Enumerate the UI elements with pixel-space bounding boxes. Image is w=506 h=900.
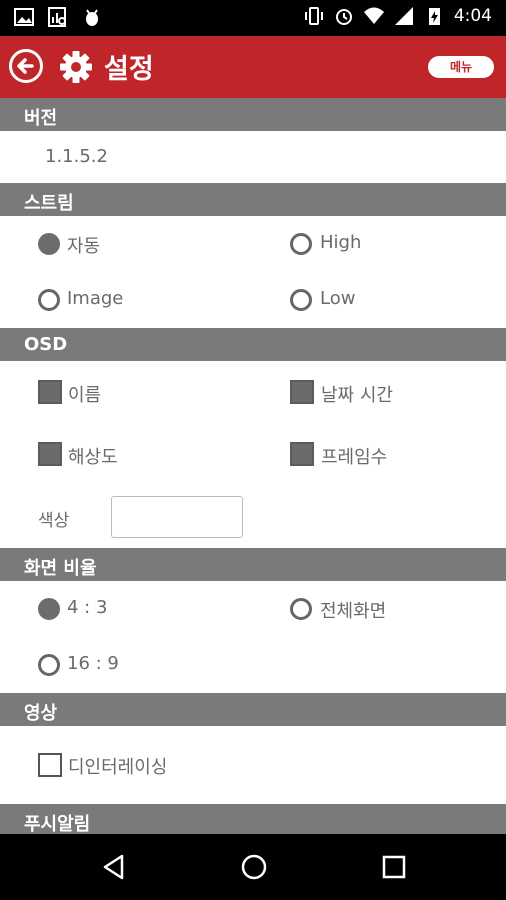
osd-name-label: 이름 [68, 385, 102, 406]
section-version: 버전 [0, 98, 506, 131]
android-debug-icon [86, 9, 98, 26]
deinterlace-label: 디인터레이싱 [68, 757, 168, 778]
osd-name-checkbox[interactable] [38, 380, 62, 404]
section-stream: 스트림 [0, 183, 506, 216]
menu-button[interactable]: 메뉴 [428, 56, 494, 78]
chart-search-icon [48, 7, 66, 27]
osd-resolution-label: 해상도 [68, 447, 118, 468]
stream-low-radio[interactable] [290, 289, 312, 311]
section-osd: OSD [0, 328, 506, 361]
osd-color-input[interactable] [111, 496, 243, 538]
gear-icon [60, 51, 92, 83]
alarm-icon [335, 9, 352, 25]
stream-high-label: High [320, 232, 362, 253]
section-video-heading: 영상 [24, 703, 58, 724]
back-triangle-icon[interactable] [100, 853, 128, 881]
section-stream-heading: 스트림 [24, 193, 74, 214]
aspect-16-9-radio[interactable] [38, 654, 60, 676]
battery-charging-icon [428, 8, 440, 25]
osd-framerate-checkbox[interactable] [290, 442, 314, 466]
aspect-fullscreen-radio[interactable] [290, 598, 312, 620]
osd-framerate-label: 프레임수 [321, 447, 388, 468]
status-bar: 4:04 [0, 0, 506, 36]
section-push-heading: 푸시알림 [24, 814, 91, 835]
stream-auto-label: 자동 [67, 236, 101, 257]
stream-auto-radio[interactable] [38, 233, 60, 255]
section-aspect-heading: 화면 비율 [24, 558, 97, 579]
wifi-icon [363, 7, 384, 24]
version-value: 1.1.5.2 [45, 146, 108, 167]
back-button[interactable] [9, 49, 43, 83]
stream-image-label: Image [67, 288, 124, 309]
page-title: 설정 [104, 54, 154, 85]
section-osd-heading: OSD [24, 334, 68, 355]
recents-square-icon[interactable] [381, 854, 407, 880]
osd-datetime-label: 날짜 시간 [321, 385, 393, 406]
section-video: 영상 [0, 693, 506, 726]
status-time: 4:04 [453, 6, 492, 26]
vibrate-icon [304, 7, 323, 25]
osd-resolution-checkbox[interactable] [38, 442, 62, 466]
nav-bar [0, 834, 506, 900]
home-circle-icon[interactable] [240, 853, 268, 881]
stream-image-radio[interactable] [38, 289, 60, 311]
deinterlace-checkbox[interactable] [38, 753, 62, 777]
stream-low-label: Low [320, 288, 356, 309]
aspect-4-3-radio[interactable] [38, 598, 60, 620]
osd-datetime-checkbox[interactable] [290, 380, 314, 404]
stream-high-radio[interactable] [290, 233, 312, 255]
aspect-fullscreen-label: 전체화면 [320, 601, 387, 622]
section-push: 푸시알림 [0, 804, 506, 837]
arrow-left-icon [17, 58, 34, 74]
osd-color-label: 색상 [38, 511, 70, 531]
signal-icon [394, 7, 413, 25]
section-aspect: 화면 비율 [0, 548, 506, 581]
image-icon [14, 8, 34, 26]
section-version-heading: 버전 [24, 108, 58, 129]
app-header: 설정 메뉴 [0, 36, 506, 98]
aspect-16-9-label: 16 : 9 [67, 653, 119, 674]
aspect-4-3-label: 4 : 3 [67, 597, 108, 618]
